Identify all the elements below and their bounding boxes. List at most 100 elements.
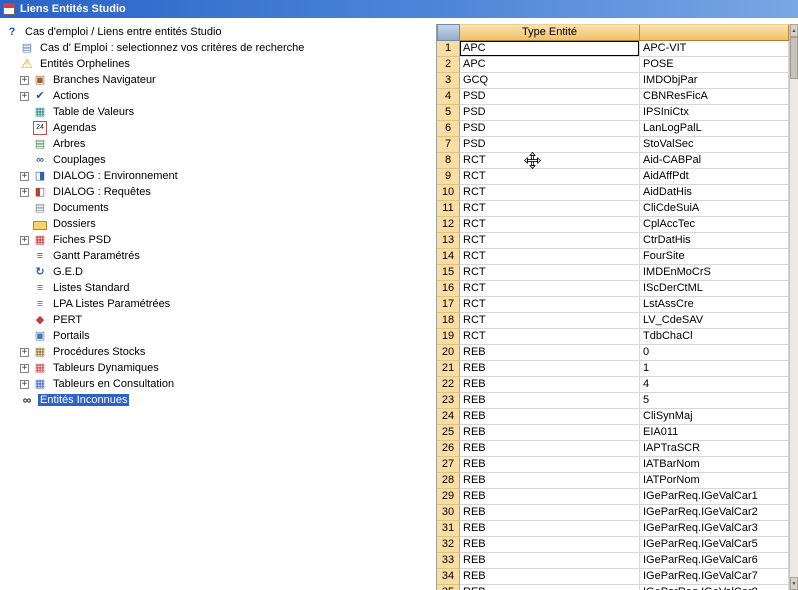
row-number-cell[interactable]: 15 (437, 265, 460, 281)
type-entite-cell[interactable]: PSD (460, 105, 640, 121)
expander-icon[interactable]: + (20, 92, 29, 101)
row-number-cell[interactable]: 25 (437, 425, 460, 441)
column-header-entity-name[interactable] (640, 24, 789, 41)
tree-item-entites-inconnues[interactable]: Entités Inconnues (2, 392, 436, 408)
tree-item-actions[interactable]: + Actions (2, 88, 436, 104)
entity-name-cell[interactable]: LstAssCre (640, 297, 789, 313)
row-number-cell[interactable]: 20 (437, 345, 460, 361)
row-number-cell[interactable]: 18 (437, 313, 460, 329)
type-entite-cell[interactable]: PSD (460, 137, 640, 153)
tree-item-table-de-valeurs[interactable]: Table de Valeurs (2, 104, 436, 120)
tree-item-couplages[interactable]: Couplages (2, 152, 436, 168)
entity-name-cell[interactable]: LanLogPalL (640, 121, 789, 137)
row-number-cell[interactable]: 8 (437, 153, 460, 169)
type-entite-cell[interactable]: REB (460, 537, 640, 553)
expander-icon[interactable]: + (20, 188, 29, 197)
type-entite-cell[interactable]: RCT (460, 329, 640, 345)
type-entite-cell[interactable]: REB (460, 425, 640, 441)
entity-name-cell[interactable]: IATPorNom (640, 473, 789, 489)
tree-item-dialog-requetes[interactable]: + DIALOG : Requêtes (2, 184, 436, 200)
entity-name-cell[interactable]: CBNResFicA (640, 89, 789, 105)
entity-name-cell[interactable]: IGeParReq.IGeValCar1 (640, 489, 789, 505)
expander-icon[interactable]: + (20, 172, 29, 181)
type-entite-cell[interactable]: PSD (460, 89, 640, 105)
entity-name-cell[interactable]: IPSIniCtx (640, 105, 789, 121)
row-number-cell[interactable]: 19 (437, 329, 460, 345)
type-entite-cell[interactable]: APC (460, 57, 640, 73)
entity-name-cell[interactable]: IAPTraSCR (640, 441, 789, 457)
entity-name-cell[interactable]: IGeParReq.IGeValCar8 (640, 585, 789, 590)
entity-name-cell[interactable]: TdbChaCl (640, 329, 789, 345)
expander-icon[interactable]: + (20, 380, 29, 389)
title-bar[interactable]: Liens Entités Studio (0, 0, 798, 18)
row-number-cell[interactable]: 3 (437, 73, 460, 89)
type-entite-cell[interactable]: REB (460, 441, 640, 457)
entity-name-cell[interactable]: FourSite (640, 249, 789, 265)
row-number-cell[interactable]: 14 (437, 249, 460, 265)
tree-item-agendas[interactable]: Agendas (2, 120, 436, 136)
expander-icon[interactable]: + (20, 236, 29, 245)
grid-corner-cell[interactable] (437, 24, 460, 41)
entity-name-cell[interactable]: StoValSec (640, 137, 789, 153)
row-number-cell[interactable]: 7 (437, 137, 460, 153)
type-entite-cell[interactable]: REB (460, 569, 640, 585)
entity-name-cell[interactable]: 0 (640, 345, 789, 361)
tree-item-cas-emploi-criteres[interactable]: Cas d' Emploi : selectionnez vos critère… (2, 40, 436, 56)
row-number-cell[interactable]: 9 (437, 169, 460, 185)
expander-icon[interactable]: + (20, 364, 29, 373)
tree-item-documents[interactable]: Documents (2, 200, 436, 216)
row-number-cell[interactable]: 28 (437, 473, 460, 489)
type-entite-cell[interactable]: RCT (460, 185, 640, 201)
type-entite-cell[interactable]: RCT (460, 201, 640, 217)
type-entite-cell[interactable]: PSD (460, 121, 640, 137)
tree-item-tableurs-dynamiques[interactable]: + Tableurs Dynamiques (2, 360, 436, 376)
type-entite-cell[interactable]: REB (460, 393, 640, 409)
type-entite-cell[interactable]: REB (460, 409, 640, 425)
type-entite-cell[interactable]: REB (460, 457, 640, 473)
entity-name-cell[interactable]: CtrDatHis (640, 233, 789, 249)
tree-item-fiches-psd[interactable]: + Fiches PSD (2, 232, 436, 248)
entity-name-cell[interactable]: 5 (640, 393, 789, 409)
row-number-cell[interactable]: 27 (437, 457, 460, 473)
expander-icon[interactable]: + (20, 76, 29, 85)
type-entite-cell[interactable]: REB (460, 585, 640, 590)
scroll-up-button[interactable]: ▲ (790, 24, 798, 37)
row-number-cell[interactable]: 5 (437, 105, 460, 121)
type-entite-cell[interactable]: APC (460, 41, 640, 57)
type-entite-cell[interactable]: RCT (460, 169, 640, 185)
entity-name-cell[interactable]: POSE (640, 57, 789, 73)
type-entite-cell[interactable]: RCT (460, 249, 640, 265)
entity-name-cell[interactable]: IGeParReq.IGeValCar7 (640, 569, 789, 585)
entity-name-cell[interactable]: IMDObjPar (640, 73, 789, 89)
type-entite-cell[interactable]: RCT (460, 217, 640, 233)
row-number-cell[interactable]: 21 (437, 361, 460, 377)
scrollbar-thumb[interactable] (790, 37, 798, 79)
type-entite-cell[interactable]: RCT (460, 153, 640, 169)
row-number-cell[interactable]: 10 (437, 185, 460, 201)
row-number-cell[interactable]: 6 (437, 121, 460, 137)
entity-name-cell[interactable]: LV_CdeSAV (640, 313, 789, 329)
entity-name-cell[interactable]: IGeParReq.IGeValCar5 (640, 537, 789, 553)
row-number-cell[interactable]: 29 (437, 489, 460, 505)
type-entite-cell[interactable]: REB (460, 473, 640, 489)
row-number-cell[interactable]: 22 (437, 377, 460, 393)
row-number-cell[interactable]: 31 (437, 521, 460, 537)
entity-name-cell[interactable]: IMDEnMoCrS (640, 265, 789, 281)
tree-item-dialog-environnement[interactable]: + DIALOG : Environnement (2, 168, 436, 184)
tree-item-listes-standard[interactable]: Listes Standard (2, 280, 436, 296)
tree-item-lpa-listes-parametrees[interactable]: LPA Listes Paramétrées (2, 296, 436, 312)
entity-name-cell[interactable]: IGeParReq.IGeValCar6 (640, 553, 789, 569)
row-number-cell[interactable]: 11 (437, 201, 460, 217)
row-number-cell[interactable]: 35 (437, 585, 460, 590)
tree-item-procedures-stocks[interactable]: + Procédures Stocks (2, 344, 436, 360)
type-entite-cell[interactable]: REB (460, 489, 640, 505)
entity-name-cell[interactable]: 4 (640, 377, 789, 393)
row-number-cell[interactable]: 23 (437, 393, 460, 409)
entity-name-cell[interactable]: CliSynMaj (640, 409, 789, 425)
entity-name-cell[interactable]: IGeParReq.IGeValCar2 (640, 505, 789, 521)
type-entite-cell[interactable]: REB (460, 345, 640, 361)
entity-name-cell[interactable]: AidDatHis (640, 185, 789, 201)
entity-name-cell[interactable]: IATBarNom (640, 457, 789, 473)
tree-item-arbres[interactable]: Arbres (2, 136, 436, 152)
entity-name-cell[interactable]: APC-VIT (640, 41, 789, 57)
